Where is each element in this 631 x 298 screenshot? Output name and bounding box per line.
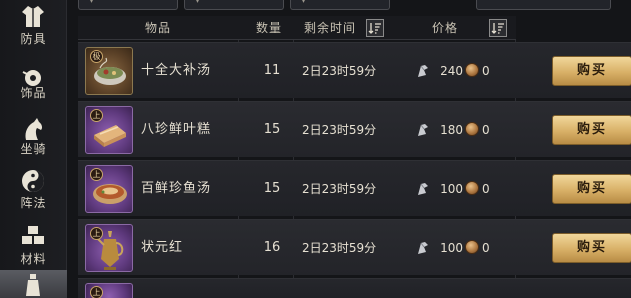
header-item: 物品 [145,21,172,35]
sidebar-item-mount[interactable]: 坐骑 [0,112,67,168]
buy-button[interactable]: 购买 [552,233,631,263]
item-quantity: 16 [263,240,281,255]
item-name: 状元红 [141,240,184,255]
item-thumbnail: 上 [85,224,133,272]
rank-badge: 极 [90,50,103,63]
sidebar-item-armor[interactable]: 防具 [0,0,67,56]
sidebar-item-label: 防具 [20,32,47,46]
sort-icon [368,23,381,34]
rank-badge: 上 [90,286,103,298]
copper-price: 0 [482,64,490,78]
filter-bar: ▾ ▾ ▾ [78,0,631,10]
silver-price: 180 [440,123,463,137]
silver-ingot-icon [418,124,428,136]
remaining-time: 2日23时59分 [302,64,377,78]
item-quantity: 15 [263,181,281,196]
remaining-time: 2日23时59分 [302,182,377,196]
buy-button[interactable]: 购买 [552,115,631,145]
header-qty: 数量 [256,21,283,35]
buy-button[interactable]: 购买 [552,56,631,86]
item-thumbnail: 上 [85,165,133,213]
header-price: 价格 [432,21,459,35]
table-header: 物品 数量 剩余时间 价格 [78,16,516,40]
table-row[interactable]: 上 [78,278,631,298]
copper-price: 0 [482,241,490,255]
item-quantity: 11 [263,63,281,78]
filter-dropdown-3[interactable]: ▾ [290,0,390,10]
sort-icon [491,23,504,34]
item-name: 百鲜珍鱼汤 [141,181,212,196]
item-thumbnail: 上 [85,283,133,298]
copper-coin-icon [465,181,479,195]
sort-price-button[interactable] [489,19,507,37]
silver-price: 240 [440,64,463,78]
remaining-time: 2日23时59分 [302,241,377,255]
sidebar-item-label: 饰品 [20,86,47,100]
sidebar-item-label: 阵法 [20,196,47,210]
item-quantity: 15 [263,122,281,137]
item-name: 十全大补汤 [141,63,212,78]
sidebar-item-label: 材料 [20,252,47,266]
sidebar-item-label: 坐骑 [20,142,47,156]
copper-coin-icon [465,63,479,77]
item-thumbnail: 极 [85,47,133,95]
silver-ingot-icon [418,242,428,254]
robe-icon [22,6,44,27]
item-thumbnail: 上 [85,106,133,154]
table-row[interactable]: 上 八珍鲜叶糕 15 2日23时59分 180 0 购买 [78,101,631,157]
blocks-icon [22,226,44,244]
rank-badge: 上 [90,227,103,240]
header-time: 剩余时间 [304,21,357,35]
sidebar-item-consumable[interactable] [0,270,67,298]
table-row[interactable]: 上 百鲜珍鱼汤 15 2日23时59分 100 0 购买 [78,160,631,216]
copper-coin-icon [465,240,479,254]
silver-ingot-icon [418,65,428,77]
search-field[interactable] [476,0,611,10]
copper-coin-icon [465,122,479,136]
sidebar-item-accessory[interactable]: 饰品 [0,58,67,114]
remaining-time: 2日23时59分 [302,123,377,137]
filter-dropdown-2[interactable]: ▾ [184,0,284,10]
silver-price: 100 [440,182,463,196]
silver-price: 100 [440,241,463,255]
table-row[interactable]: 极 十全大补汤 11 2日23时59分 240 0 购买 [78,42,631,98]
copper-price: 0 [482,182,490,196]
silver-ingot-icon [418,183,428,195]
rank-badge: 上 [90,109,103,122]
filter-dropdown-1[interactable]: ▾ [78,0,178,10]
item-name: 八珍鲜叶糕 [141,122,212,137]
rank-badge: 上 [90,168,103,181]
sidebar-item-formation[interactable]: 阵法 [0,166,67,222]
sort-time-button[interactable] [366,19,384,37]
copper-price: 0 [482,123,490,137]
taiji-icon [22,170,44,192]
buy-button[interactable]: 购买 [552,174,631,204]
category-sidebar: 防具 饰品 坐骑 阵法 材料 [0,0,67,298]
table-row[interactable]: 上 状元红 16 2日23时59分 100 0 购买 [78,219,631,275]
bottle-icon [26,274,40,296]
horse-icon [25,118,43,140]
